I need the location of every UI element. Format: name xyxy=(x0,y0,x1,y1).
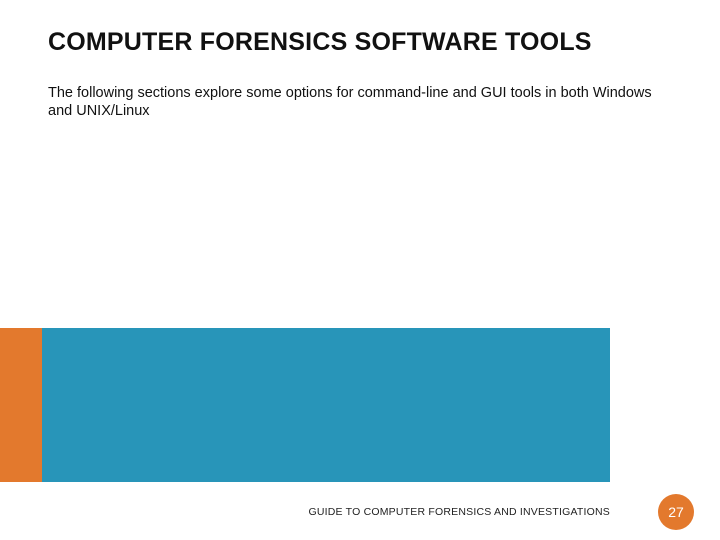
slide-body-text: The following sections explore some opti… xyxy=(48,84,660,120)
page-number: 27 xyxy=(668,504,684,520)
slide-title: COMPUTER FORENSICS SOFTWARE TOOLS xyxy=(48,28,592,57)
slide: COMPUTER FORENSICS SOFTWARE TOOLS The fo… xyxy=(0,0,720,540)
footer-label: GUIDE TO COMPUTER FORENSICS AND INVESTIG… xyxy=(309,506,611,518)
page-number-badge: 27 xyxy=(658,494,694,530)
